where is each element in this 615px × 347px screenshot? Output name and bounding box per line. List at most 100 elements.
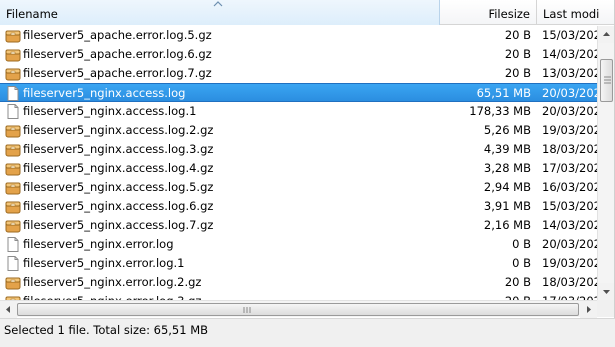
file-size: 5,26 MB [483, 123, 531, 137]
scrollbar-corner [597, 300, 614, 317]
file-modified-date: 15/03/202 [542, 199, 597, 213]
file-modified-date: 18/03/202 [542, 142, 597, 156]
scroll-down-button[interactable] [598, 283, 614, 300]
archive-icon [5, 123, 21, 138]
vertical-scroll-thumb[interactable] [600, 59, 613, 102]
archive-icon [5, 199, 21, 214]
file-name: fileserver5_nginx.access.log.1 [23, 104, 197, 118]
archive-icon [5, 218, 21, 233]
scroll-up-arrow-icon [603, 32, 610, 36]
scroll-left-arrow-icon [6, 306, 10, 313]
file-list-panel: Filename Filesize Last modi fileserver5_… [0, 0, 615, 318]
file-name: fileserver5_nginx.access.log.5.gz [23, 180, 214, 194]
file-list: fileserver5_apache.error.log.5.gz 20 B 15/… [0, 26, 597, 300]
grip-icon [243, 307, 251, 313]
file-size: 20 B [504, 28, 531, 42]
file-row[interactable]: fileserver5_nginx.access.log.7.gz 2,16 MB… [0, 216, 597, 235]
file-size: 2,16 MB [483, 218, 531, 232]
horizontal-scrollbar[interactable] [0, 300, 597, 318]
file-icon [5, 104, 21, 119]
archive-icon [5, 66, 21, 81]
column-header-filesize-label: Filesize [488, 7, 530, 21]
grip-icon [604, 76, 611, 84]
file-size: 3,28 MB [483, 161, 531, 175]
archive-icon [5, 161, 21, 176]
file-name: fileserver5_nginx.access.log.3.gz [23, 142, 214, 156]
column-header-last-modified-label: Last modi [543, 7, 600, 21]
file-name: fileserver5_nginx.access.log.7.gz [23, 218, 214, 232]
column-header-filesize[interactable]: Filesize [440, 0, 537, 25]
file-row[interactable]: fileserver5_nginx.access.log 65,51 MB 20/0… [0, 83, 597, 102]
file-modified-date: 19/03/202 [542, 256, 597, 270]
file-modified-date: 17/03/202 [542, 161, 597, 175]
file-modified-date: 16/03/202 [542, 180, 597, 194]
file-icon [5, 86, 21, 101]
file-name: fileserver5_nginx.error.log.1 [23, 256, 185, 270]
scroll-right-arrow-icon [587, 306, 591, 313]
file-name: fileserver5_apache.error.log.5.gz [23, 28, 212, 42]
file-row[interactable]: fileserver5_nginx.error.log.1 0 B 19/03/20… [0, 254, 597, 273]
file-name: fileserver5_apache.error.log.6.gz [23, 47, 212, 61]
file-name: fileserver5_nginx.access.log.4.gz [23, 161, 214, 175]
sort-ascending-icon [213, 1, 223, 7]
file-size: 20 B [504, 275, 531, 289]
file-row[interactable]: fileserver5_nginx.access.log.5.gz 2,94 MB… [0, 178, 597, 197]
file-name: fileserver5_nginx.access.log.2.gz [23, 123, 214, 137]
file-name: fileserver5_nginx.access.log.6.gz [23, 199, 214, 213]
scroll-up-button[interactable] [598, 26, 614, 43]
file-size: 0 B [512, 237, 531, 251]
scroll-down-arrow-icon [603, 290, 610, 294]
file-modified-date: 15/03/202 [542, 28, 597, 42]
file-row[interactable]: fileserver5_nginx.error.log.2.gz 20 B 18/0… [0, 273, 597, 292]
file-row[interactable]: fileserver5_apache.error.log.7.gz 20 B 13/… [0, 64, 597, 83]
horizontal-scroll-thumb[interactable] [17, 303, 579, 316]
file-modified-date: 19/03/202 [542, 123, 597, 137]
file-name: fileserver5_nginx.error.log [23, 237, 174, 251]
file-row[interactable]: fileserver5_nginx.access.log.1 178,33 MB 2… [0, 102, 597, 121]
file-name: fileserver5_nginx.error.log.2.gz [23, 275, 202, 289]
column-header-filename[interactable]: Filename [0, 0, 440, 25]
file-row[interactable]: fileserver5_nginx.access.log.2.gz 5,26 MB… [0, 121, 597, 140]
file-size: 0 B [512, 256, 531, 270]
file-size: 20 B [504, 66, 531, 80]
archive-icon [5, 47, 21, 62]
file-name: fileserver5_apache.error.log.7.gz [23, 66, 212, 80]
file-modified-date: 20/03/202 [542, 86, 597, 100]
file-icon [5, 256, 21, 271]
file-row[interactable]: fileserver5_nginx.access.log.3.gz 4,39 MB… [0, 140, 597, 159]
file-modified-date: 13/03/202 [542, 66, 597, 80]
status-text: Selected 1 file. Total size: 65,51 MB [4, 323, 209, 337]
file-row[interactable]: fileserver5_apache.error.log.5.gz 20 B 15/… [0, 26, 597, 45]
file-modified-date: 14/03/202 [542, 218, 597, 232]
file-size: 178,33 MB [469, 104, 531, 118]
column-header-last-modified[interactable]: Last modi [537, 0, 614, 25]
file-size: 4,39 MB [483, 142, 531, 156]
file-row[interactable]: fileserver5_apache.error.log.6.gz 20 B 14/… [0, 45, 597, 64]
file-row[interactable]: fileserver5_nginx.error.log 0 B 20/03/202 [0, 235, 597, 254]
file-row[interactable]: fileserver5_nginx.access.log.6.gz 3,91 MB… [0, 197, 597, 216]
scroll-left-button[interactable] [0, 301, 17, 318]
archive-icon [5, 275, 21, 290]
file-size: 20 B [440, 292, 531, 300]
file-modified-date: 18/03/202 [542, 275, 597, 289]
column-header-filename-label: Filename [6, 7, 58, 21]
file-name: fileserver5_nginx.error.log.3.gz [23, 292, 201, 300]
status-bar: Selected 1 file. Total size: 65,51 MB [0, 318, 615, 347]
file-size: 65,51 MB [476, 86, 531, 100]
file-modified-date: 17/03/202 [542, 292, 597, 300]
file-modified-date: 14/03/202 [542, 47, 597, 61]
file-size: 20 B [504, 47, 531, 61]
file-row[interactable]: fileserver5_nginx.error.log.3.gz 20 B 17/0… [0, 292, 597, 300]
file-row[interactable]: fileserver5_nginx.access.log.4.gz 3,28 MB… [0, 159, 597, 178]
file-modified-date: 20/03/202 [542, 104, 597, 118]
file-icon [5, 237, 21, 252]
archive-icon [5, 142, 21, 157]
archive-icon [5, 180, 21, 195]
archive-icon [5, 28, 21, 43]
file-size: 3,91 MB [483, 199, 531, 213]
scroll-right-button[interactable] [580, 301, 597, 318]
file-name: fileserver5_nginx.access.log [23, 86, 186, 100]
file-modified-date: 20/03/202 [542, 237, 597, 251]
vertical-scrollbar[interactable] [597, 26, 614, 300]
column-header-bar: Filename Filesize Last modi [0, 0, 614, 25]
